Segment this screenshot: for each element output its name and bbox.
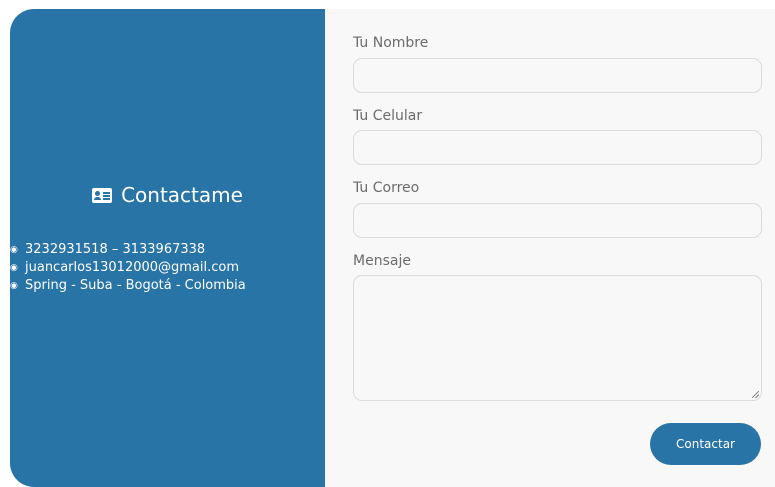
resize-handle-icon[interactable]	[752, 391, 759, 398]
message-textarea[interactable]	[353, 275, 762, 401]
bullet-icon: ◉	[10, 263, 18, 273]
address-item: ◉ Spring - Suba - Bogotá - Colombia	[10, 277, 270, 295]
bullet-icon: ◉	[10, 281, 18, 291]
phone-label: Tu Celular	[353, 108, 423, 124]
name-input[interactable]	[353, 58, 762, 93]
name-label: Tu Nombre	[353, 35, 429, 51]
phone-text: 3232931518 – 3133967338	[25, 242, 206, 257]
bullet-icon: ◉	[10, 245, 18, 255]
phone-input[interactable]	[353, 130, 762, 165]
contact-details-list: ◉ 3232931518 – 3133967338 ◉ juancarlos13…	[10, 241, 270, 295]
contact-card-icon	[92, 187, 113, 203]
address-text: Spring - Suba - Bogotá - Colombia	[25, 278, 246, 293]
contact-info-panel: Contactame ◉ 3232931518 – 3133967338 ◉ j…	[10, 9, 325, 487]
email-item: ◉ juancarlos13012000@gmail.com	[10, 259, 270, 277]
contact-title-text: Contactame	[121, 183, 243, 207]
email-input[interactable]	[353, 203, 762, 238]
phone-item: ◉ 3232931518 – 3133967338	[10, 241, 270, 259]
contact-title: Contactame	[10, 183, 325, 207]
submit-button[interactable]: Contactar	[650, 423, 761, 465]
contact-form: Tu Nombre Tu Celular Tu Correo Mensaje C…	[325, 9, 775, 487]
email-text: juancarlos13012000@gmail.com	[25, 260, 240, 275]
contact-card: Contactame ◉ 3232931518 – 3133967338 ◉ j…	[10, 9, 775, 487]
message-label: Mensaje	[353, 253, 411, 269]
email-label: Tu Correo	[353, 180, 420, 196]
